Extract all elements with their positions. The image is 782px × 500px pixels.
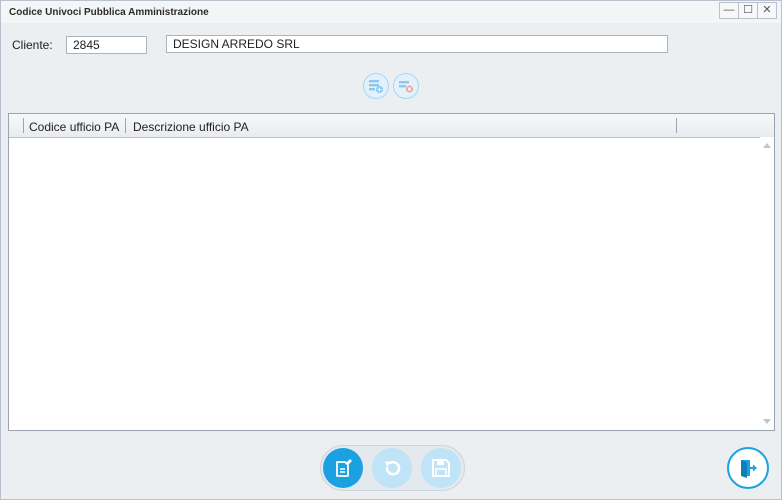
grid-header: Codice ufficio PA Descrizione ufficio PA — [9, 114, 774, 138]
save-icon — [432, 459, 450, 477]
app-window: Codice Univoci Pubblica Amministrazione … — [0, 0, 782, 500]
window-controls: — ☐ ✕ — [719, 2, 777, 19]
minimize-button[interactable]: — — [719, 2, 739, 19]
cliente-code-field[interactable]: 2845 — [66, 36, 147, 54]
delete-row-button[interactable] — [393, 73, 419, 99]
maximize-button[interactable]: ☐ — [738, 2, 758, 19]
edit-button[interactable] — [323, 448, 363, 488]
add-row-button[interactable] — [363, 73, 389, 99]
uffici-grid[interactable]: Codice ufficio PA Descrizione ufficio PA — [8, 113, 775, 431]
exit-icon — [741, 460, 757, 478]
save-button[interactable] — [421, 448, 461, 488]
edit-icon — [336, 459, 352, 477]
column-separator — [125, 118, 126, 133]
add-row-icon — [369, 80, 383, 93]
column-separator — [23, 118, 24, 133]
undo-icon — [385, 460, 401, 476]
column-header-descrizione[interactable]: Descrizione ufficio PA — [133, 120, 249, 134]
vertical-scrollbar[interactable] — [760, 137, 774, 430]
scroll-up-arrow[interactable] — [763, 143, 771, 148]
title-bar: Codice Univoci Pubblica Amministrazione … — [1, 1, 781, 23]
scroll-down-arrow[interactable] — [763, 419, 771, 424]
delete-row-icon — [399, 81, 413, 93]
action-button-group — [320, 445, 465, 491]
column-separator — [676, 118, 677, 133]
cliente-name-field[interactable]: DESIGN ARREDO SRL — [166, 35, 668, 53]
column-header-codice[interactable]: Codice ufficio PA — [29, 120, 119, 134]
window-title: Codice Univoci Pubblica Amministrazione — [9, 7, 209, 18]
undo-button[interactable] — [372, 448, 412, 488]
close-button[interactable]: ✕ — [757, 2, 777, 19]
exit-button[interactable] — [727, 447, 769, 489]
cliente-label: Cliente: — [12, 38, 53, 52]
